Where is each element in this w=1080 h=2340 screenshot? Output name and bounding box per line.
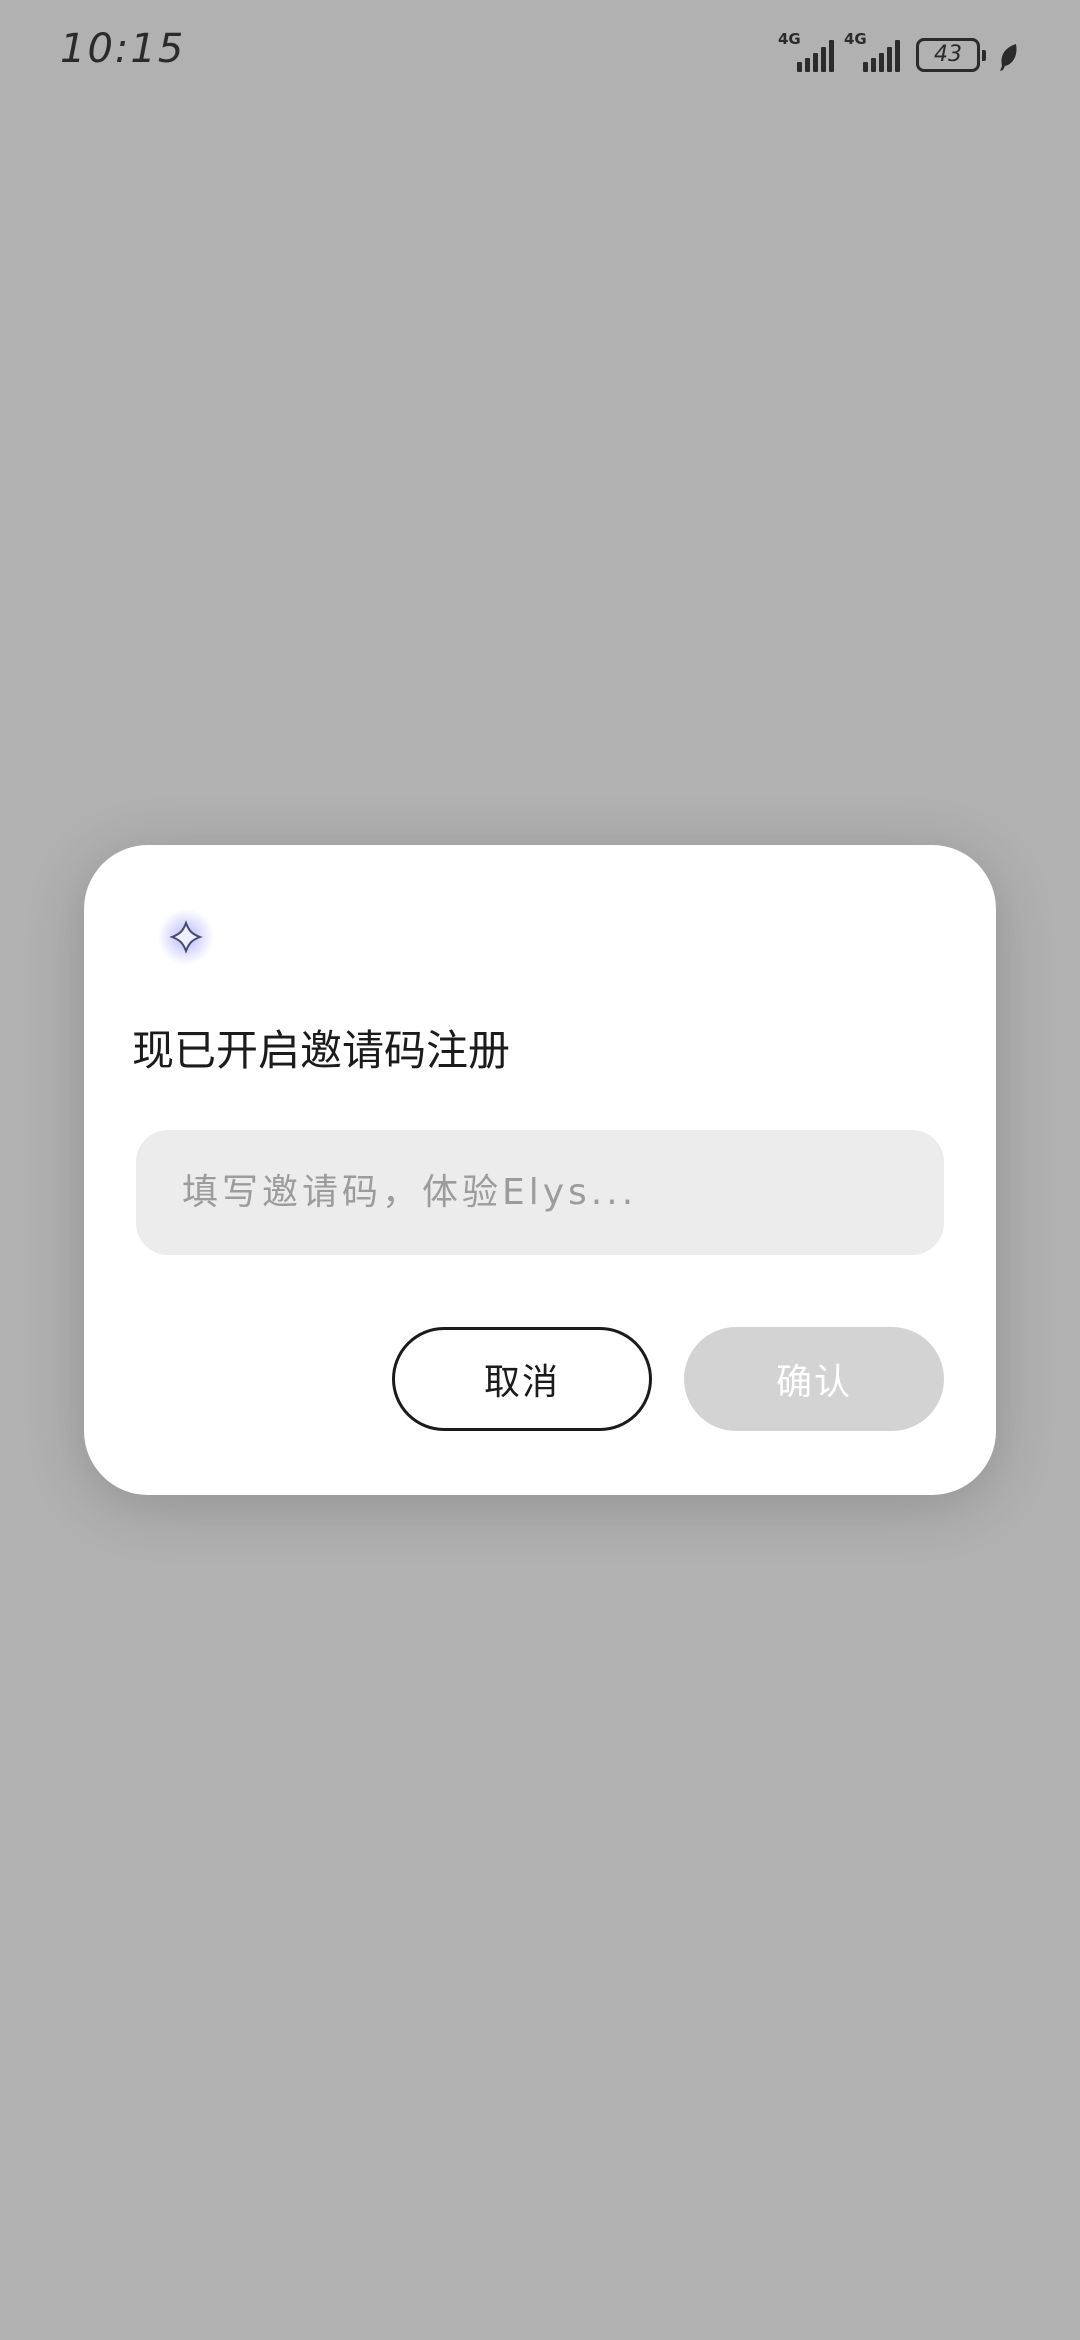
cancel-button[interactable]: 取消	[392, 1327, 652, 1431]
sparkle-logo-icon	[158, 909, 214, 965]
status-time: 10:15	[60, 26, 186, 72]
confirm-button[interactable]: 确认	[684, 1327, 944, 1431]
status-bar: 10:15 4G 4G 43	[0, 0, 1080, 110]
signal-4g-icon: 4G	[844, 32, 900, 72]
dialog-title: 现已开启邀请码注册	[132, 1026, 511, 1075]
status-icons: 4G 4G 43	[778, 32, 1020, 72]
invite-code-input[interactable]	[136, 1130, 944, 1255]
leaf-power-saving-icon	[1000, 44, 1017, 71]
battery-level: 43	[934, 42, 962, 67]
signal-4g-icon: 4G	[778, 32, 834, 72]
battery-icon: 43	[916, 38, 986, 72]
invite-code-dialog: 现已开启邀请码注册 取消 确认	[84, 845, 996, 1495]
